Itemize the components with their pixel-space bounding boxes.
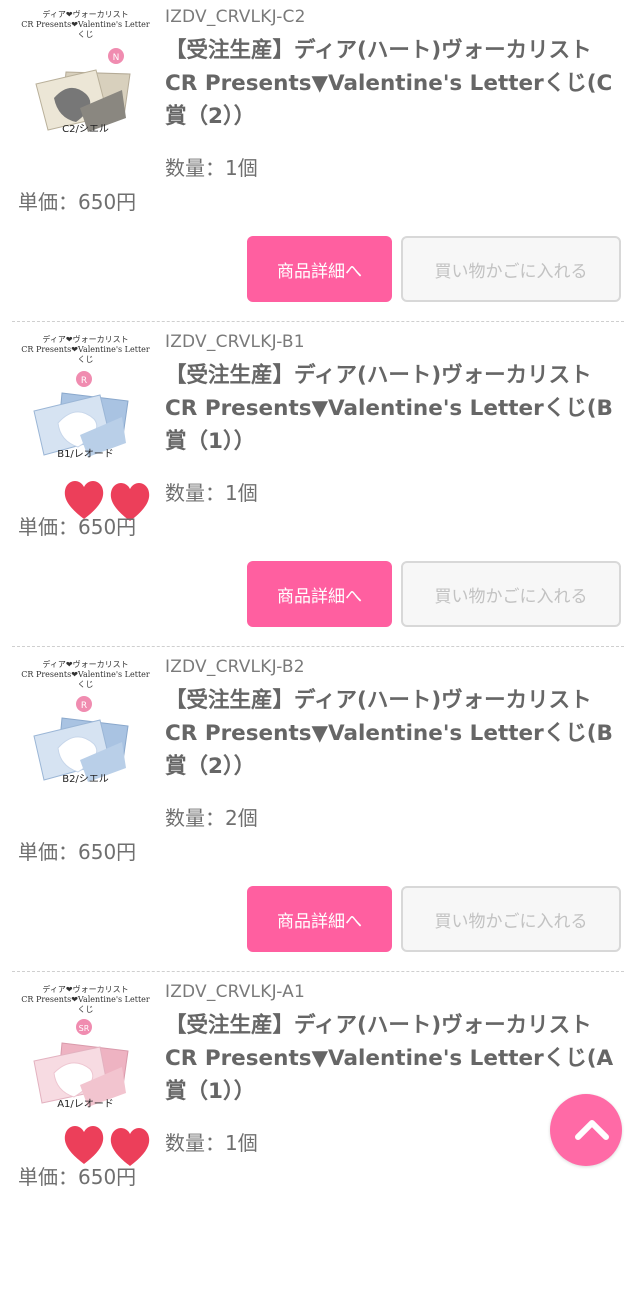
product-code: IZDV_CRVLKJ-B2 <box>165 657 305 677</box>
add-to-cart-button[interactable]: 買い物かごに入れる <box>401 561 621 627</box>
rarity-badge: R <box>81 701 87 711</box>
thumbnail-caption: B1/レオード <box>57 449 114 460</box>
product-detail-button[interactable]: 商品詳細へ <box>247 561 392 627</box>
cart-item: ディア❤ヴォーカリスト CR Presents❤Valentine's Lett… <box>0 975 639 1300</box>
cart-item: ディア❤ヴォーカリスト CR Presents❤Valentine's Lett… <box>0 650 639 975</box>
product-title[interactable]: 【受注生産】ディア(ハート)ヴォーカリスト CR Presents▼Valent… <box>165 1009 625 1108</box>
add-to-cart-button[interactable]: 買い物かごに入れる <box>401 886 621 952</box>
product-code: IZDV_CRVLKJ-A1 <box>165 982 305 1002</box>
cart-item: ディア❤ヴォーカリスト CR Presents❤Valentine's Lett… <box>0 325 639 650</box>
product-title[interactable]: 【受注生産】ディア(ハート)ヴォーカリスト CR Presents▼Valent… <box>165 684 625 783</box>
product-title[interactable]: 【受注生産】ディア(ハート)ヴォーカリスト CR Presents▼Valent… <box>165 359 625 458</box>
thumbnail-header-line1: ディア❤ヴォーカリスト <box>42 10 129 19</box>
quantity: 数量：2個 <box>165 806 258 830</box>
product-detail-button[interactable]: 商品詳細へ <box>247 236 392 302</box>
quantity: 数量：1個 <box>165 1131 258 1155</box>
scroll-to-top-button[interactable] <box>550 1094 622 1166</box>
product-code: IZDV_CRVLKJ-C2 <box>165 7 306 27</box>
product-detail-button[interactable]: 商品詳細へ <box>247 886 392 952</box>
thumbnail-caption: B2/シエル <box>62 774 109 785</box>
item-divider <box>12 321 624 322</box>
thumbnail-caption: C2/シエル <box>62 124 109 135</box>
product-thumbnail[interactable]: ディア❤ヴォーカリスト CR Presents❤Valentine's Lett… <box>18 335 153 465</box>
product-thumbnail[interactable]: ディア❤ヴォーカリスト CR Presents❤Valentine's Lett… <box>18 985 153 1115</box>
item-divider <box>12 646 624 647</box>
product-code: IZDV_CRVLKJ-B1 <box>165 332 305 352</box>
cart-item: ディア❤ヴォーカリスト CR Presents❤Valentine's Lett… <box>0 0 639 325</box>
product-thumbnail[interactable]: ディア❤ヴォーカリスト CR Presents❤Valentine's Lett… <box>18 10 153 140</box>
thumbnail-header-line1: ディア❤ヴォーカリスト <box>42 985 129 994</box>
quantity: 数量：1個 <box>165 481 258 505</box>
unit-price: 単価：650円 <box>18 1165 137 1189</box>
item-divider <box>12 971 624 972</box>
chevron-up-icon <box>575 1120 609 1140</box>
product-title[interactable]: 【受注生産】ディア(ハート)ヴォーカリスト CR Presents▼Valent… <box>165 34 625 133</box>
thumbnail-header-line1: ディア❤ヴォーカリスト <box>42 335 129 344</box>
thumbnail-caption: A1/レオード <box>57 1099 114 1110</box>
rarity-badge: SR <box>79 1024 90 1033</box>
product-thumbnail[interactable]: ディア❤ヴォーカリスト CR Presents❤Valentine's Lett… <box>18 660 153 790</box>
quantity: 数量：1個 <box>165 156 258 180</box>
unit-price: 単価：650円 <box>18 515 137 539</box>
unit-price: 単価：650円 <box>18 840 137 864</box>
rarity-badge: R <box>81 376 87 386</box>
rarity-badge: N <box>113 53 120 63</box>
add-to-cart-button[interactable]: 買い物かごに入れる <box>401 236 621 302</box>
thumbnail-header-line1: ディア❤ヴォーカリスト <box>42 660 129 669</box>
unit-price: 単価：650円 <box>18 190 137 214</box>
